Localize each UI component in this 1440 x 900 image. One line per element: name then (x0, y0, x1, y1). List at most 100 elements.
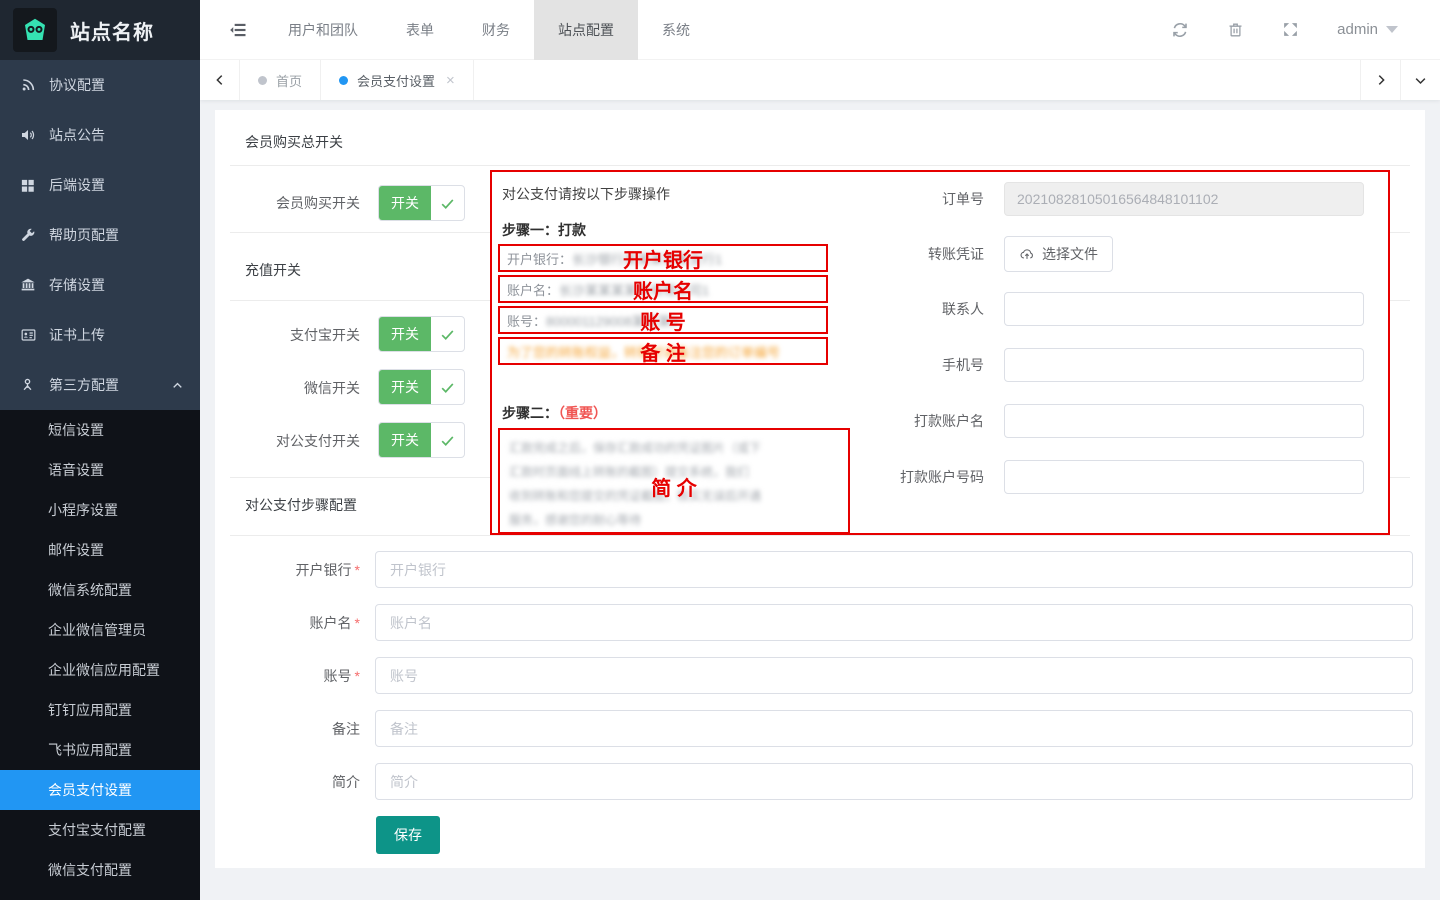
sidebar-item-alipay-payment-config[interactable]: 支付宝支付配置 (0, 810, 200, 850)
logo (13, 8, 57, 52)
sidebar-item-miniprogram-settings[interactable]: 小程序设置 (0, 490, 200, 530)
fullscreen-icon[interactable] (1282, 21, 1299, 38)
sidebar-item-member-payment-settings[interactable]: 会员支付设置 (0, 770, 200, 810)
person-icon (20, 377, 37, 393)
topbar-main: 用户和团队 表单 财务 站点配置 系统 admin (200, 0, 1440, 60)
member-purchase-toggle[interactable]: 开关 (378, 185, 465, 221)
demo-step2-text: 步骤二：（重要） (502, 403, 607, 423)
sidebar-item-wechat-payment-config[interactable]: 微信支付配置 (0, 850, 200, 890)
blurred-account-value: 长沙某某某某某有限公司1 (559, 280, 709, 299)
refresh-icon[interactable] (1171, 21, 1189, 39)
check-icon (431, 186, 464, 220)
topbar: 站点名称 用户和团队 表单 财务 站点配置 系统 admin (0, 0, 1440, 60)
sidebar-item-mail-settings[interactable]: 邮件设置 (0, 530, 200, 570)
caret-down-icon (1386, 26, 1398, 33)
payment-steps-demo-screenshot: 对公支付请按以下步骤操作 步骤一：打款 开户银行： 长沙银行某某某某某支行1 开… (490, 170, 1390, 535)
demo-bank-line: 开户银行： 长沙银行某某某某某支行1 开户银行 (498, 244, 828, 272)
sidebar-item-protocol-config[interactable]: 协议配置 (0, 60, 200, 110)
intro-input[interactable] (375, 763, 1413, 800)
grid-icon (20, 178, 37, 193)
demo-choose-file-button: 选择文件 (1004, 236, 1113, 272)
sidebar-item-third-party-config[interactable]: 第三方配置 (0, 360, 200, 410)
save-button[interactable]: 保存 (376, 816, 440, 854)
nav-finance[interactable]: 财务 (458, 0, 534, 60)
demo-remark-line: 为了您的转账权益，转账时请备注您的订单编号 备 注 (498, 337, 828, 365)
demo-order-row: 订单号 (872, 181, 1384, 217)
label-member-purchase-switch: 会员购买开关 (215, 193, 360, 213)
account-name-input[interactable] (375, 604, 1413, 641)
tab-dot (258, 76, 267, 85)
blurred-bank-value: 长沙银行某某某某某支行1 (572, 249, 722, 268)
tab-dot (339, 76, 348, 85)
settings-card: 会员购买总开关 会员购买开关 开关 充值开关 支付宝开关 开关 微信开关 开关 … (215, 110, 1425, 868)
required-mark: * (355, 615, 360, 631)
required-mark: * (355, 562, 360, 578)
demo-payer-name-row: 打款账户名 (872, 403, 1384, 439)
demo-phone-input (1004, 348, 1364, 382)
demo-description-box: 汇款完成之后，保存汇款成功的凭证图片（或下 汇款时页面线上转账的截图）提交系统，… (498, 428, 850, 534)
demo-number-line: 账号： 800001129008某某某0 账 号 (498, 306, 828, 334)
demo-payer-number-input (1004, 460, 1364, 494)
corporate-payment-toggle[interactable]: 开关 (378, 422, 465, 458)
tabs-scroll-left-button[interactable] (200, 60, 240, 100)
remark-input[interactable] (375, 710, 1413, 747)
menu-fold-icon[interactable] (228, 20, 248, 40)
account-number-input[interactable] (375, 657, 1413, 694)
blurred-number-value: 800001129008某某某0 (546, 311, 678, 330)
sidebar-item-backend-settings[interactable]: 后端设置 (0, 160, 200, 210)
topbar-actions: admin (1171, 21, 1440, 39)
label-intro-field: 简介 (215, 772, 360, 792)
section-title-corporate-steps-config: 对公支付步骤配置 (245, 495, 357, 515)
chevron-up-icon (171, 379, 184, 392)
label-alipay-switch: 支付宝开关 (215, 325, 360, 345)
wrench-icon (20, 227, 37, 243)
check-icon (431, 370, 464, 404)
sidebar-item-feishu-app-config[interactable]: 飞书应用配置 (0, 730, 200, 770)
tabs-scroll-right-button[interactable] (1360, 60, 1400, 100)
alipay-toggle[interactable]: 开关 (378, 316, 465, 352)
sidebar-item-certificate-upload[interactable]: 证书上传 (0, 310, 200, 360)
label-account-name-field: 账户名* (215, 613, 360, 633)
demo-voucher-row: 转账凭证 选择文件 (872, 236, 1384, 272)
speaker-icon (20, 127, 37, 143)
demo-phone-row: 手机号 (872, 347, 1384, 383)
sidebar-item-dingtalk-app-config[interactable]: 钉钉应用配置 (0, 690, 200, 730)
user-menu[interactable]: admin (1337, 21, 1398, 38)
nav-system[interactable]: 系统 (638, 0, 714, 60)
tab-home[interactable]: 首页 (240, 60, 321, 100)
check-icon (431, 423, 464, 457)
sidebar-item-site-announcement[interactable]: 站点公告 (0, 110, 200, 160)
sidebar-item-wechat-system-config[interactable]: 微信系统配置 (0, 570, 200, 610)
tab-close-icon[interactable]: × (446, 72, 455, 89)
required-mark: * (355, 668, 360, 684)
demo-order-number-input (1004, 182, 1364, 216)
nav-site-config[interactable]: 站点配置 (534, 0, 638, 60)
bank-input[interactable] (375, 551, 1413, 588)
nav-users-teams[interactable]: 用户和团队 (264, 0, 382, 60)
nav-forms[interactable]: 表单 (382, 0, 458, 60)
sidebar-item-wecom-admin[interactable]: 企业微信管理员 (0, 610, 200, 650)
demo-contact-row: 联系人 (872, 291, 1384, 327)
sidebar-item-voice-settings[interactable]: 语音设置 (0, 450, 200, 490)
label-account-number-field: 账号* (215, 666, 360, 686)
sidebar-item-help-page-config[interactable]: 帮助页配置 (0, 210, 200, 260)
blurred-remark-value: 为了您的转账权益，转账时请备注您的订单编号 (507, 342, 780, 361)
sidebar-item-sms-settings[interactable]: 短信设置 (0, 410, 200, 450)
bank-icon (20, 277, 37, 293)
sidebar-item-storage-settings[interactable]: 存储设置 (0, 260, 200, 310)
rss-icon (20, 77, 37, 93)
username: admin (1337, 21, 1378, 38)
owl-logo-icon (20, 15, 50, 45)
section-title-recharge-switch: 充值开关 (245, 260, 301, 280)
label-wechat-switch: 微信开关 (215, 378, 360, 398)
site-title: 站点名称 (70, 16, 154, 45)
main-content: 会员购买总开关 会员购买开关 开关 充值开关 支付宝开关 开关 微信开关 开关 … (200, 100, 1440, 900)
cloud-upload-icon (1019, 247, 1035, 262)
wechat-toggle[interactable]: 开关 (378, 369, 465, 405)
demo-account-line: 账户名： 长沙某某某某某有限公司1 账户名 (498, 275, 828, 303)
tab-member-payment-settings[interactable]: 会员支付设置 × (321, 60, 474, 100)
trash-icon[interactable] (1227, 21, 1244, 39)
tabs-options-button[interactable] (1400, 60, 1440, 100)
sidebar-item-wecom-app-config[interactable]: 企业微信应用配置 (0, 650, 200, 690)
sidebar: 协议配置 站点公告 后端设置 帮助页配置 存储设置 证书上传 第三方配置 短信设… (0, 60, 200, 900)
